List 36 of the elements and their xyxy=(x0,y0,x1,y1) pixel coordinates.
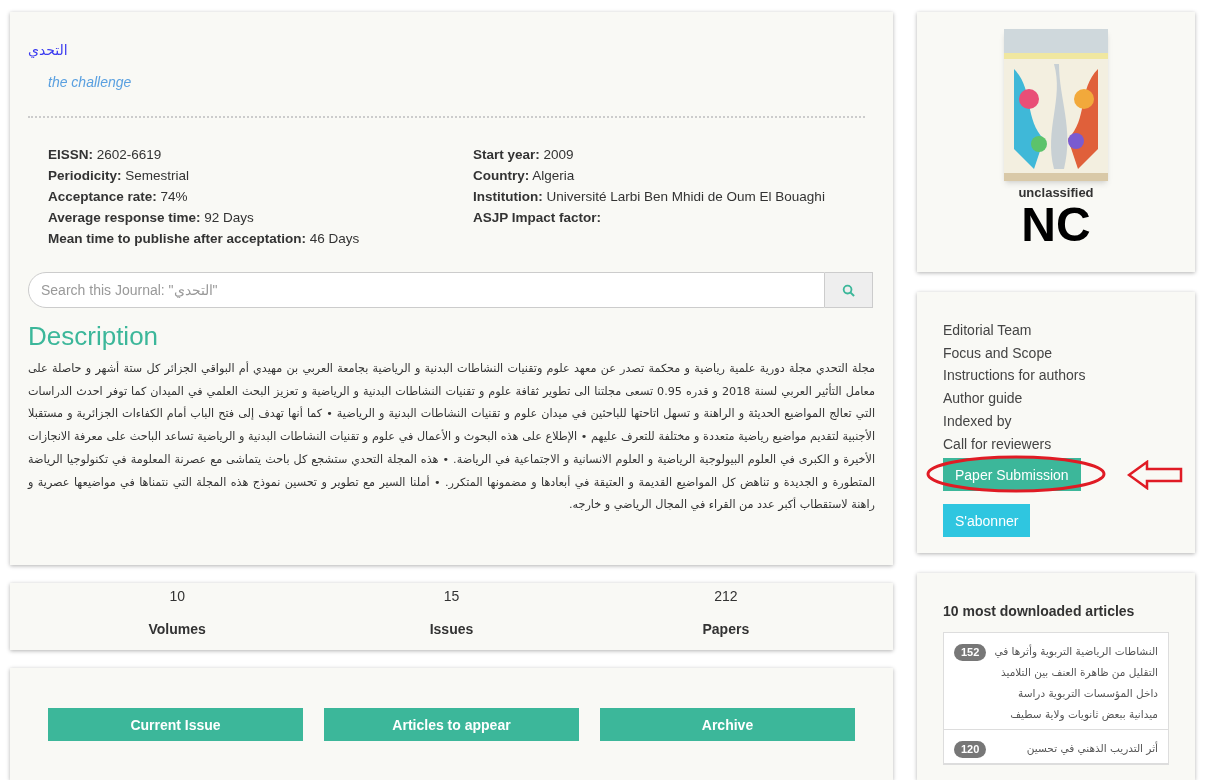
info-item: Country: Algeria xyxy=(473,167,576,185)
sidebar-link[interactable]: Focus and Scope xyxy=(943,341,1052,365)
stat-label: Issues xyxy=(429,620,474,639)
search-icon xyxy=(842,283,855,297)
journal-subtitle: the challenge xyxy=(48,73,133,92)
search-button[interactable] xyxy=(825,272,873,308)
classification-grade: NC xyxy=(1021,201,1091,249)
arrow-icon xyxy=(1127,460,1183,491)
info-item: Start year: 2009 xyxy=(473,146,575,164)
search-field[interactable]: Search this Journal: "التحدي" xyxy=(28,272,825,308)
info-item: EISSN: 2602-6619 xyxy=(48,146,163,164)
sidebar-link[interactable]: Call for reviewers xyxy=(943,432,1052,456)
downloads-title: 10 most downloaded articles xyxy=(943,602,1136,621)
description-heading: Description xyxy=(28,320,160,353)
article-title: النشاطات الرياضية التربوية وأثرها في التقليل من ظاهرة العنف بين التلاميذ داخل المؤسسات التربوية دراسة ميدانية ببعض ثانويات ولاية سطيف xyxy=(994,643,1158,723)
info-item: Periodicity: Semestrial xyxy=(48,167,191,185)
stat-value: 212 xyxy=(714,587,738,606)
download-count: 152 xyxy=(954,644,987,661)
info-item: Acceptance rate: 74% xyxy=(48,188,189,206)
stat-value: 15 xyxy=(443,587,460,606)
stat-label: Papers xyxy=(702,620,750,639)
info-item: Mean time to publishe after acceptation: 46 Days xyxy=(48,230,361,248)
info-item: Institution: Université Larbi Ben Mhidi de Oum El Bouaghi xyxy=(473,188,826,206)
sidebar-link[interactable]: Instructions for authors xyxy=(943,364,1086,388)
sidebar-link[interactable]: Indexed by xyxy=(943,409,1012,433)
sidebar-link[interactable]: Editorial Team xyxy=(943,319,1032,342)
journal-title-link[interactable]: التحدي xyxy=(28,40,68,60)
download-count: 120 xyxy=(954,741,987,758)
classification-caption: unclassified xyxy=(1018,185,1094,201)
stat-value: 10 xyxy=(169,587,185,606)
info-item: ASJP Impact factor: xyxy=(473,209,603,227)
stat-label: Volumes xyxy=(148,620,206,639)
sidebar-link[interactable]: Author guide xyxy=(943,387,1023,410)
description-text: مجلة التحدي مجلة دورية علمية رياضية و محكمة تصدر عن معهد علوم وتقنيات النشاطات البدنية و الرياضية بجامعة العربي بن مهيدي أم البواقي الجزائر كل ستة أشهر و حاصلة على معامل التأثير العربي لسنة 2018 و قدره 0.95 تسعى مجلتنا الى تطوير ثقافة علوم و تقنيات النشاطات البدنية و الرياضية و تعزيز البحث العلمي في الميدان كما توفر احدث الدراسات التي تعالج المواضيع الحديثة و الراهنة و تسهل اتاحتها للباحثين في ميدان علوم و تقنيات النشاطات البدنية و الرياضية • كما أنها تهدف إلى فتح الباب أمام الكفاءات الجزائرية و مستقبلا الأجنبية لتقديم مواضيع رياضية متعددة و مختلفة للتعرف عليهم • الإطلاع على هذه البحوث و الأعمال في علوم و تقنيات النشاطات البدنية و الرياضية تساعد الباحث على معرفة الانجازات الأخيرة و الكبرى في العلوم البيولوجية الرياضية و العلوم الانسانية و الاجتماعية في الرياضة. • هذه المجلة التحدي ستشجع كل باحث يتماشى مع عصرنة المعلومة في تكنولوجيا الرياضة المتطورة و الجديدة و تناهض كل المواضيع القديمة و العتيقة في أبعادها و مضمونها المتكرر. • أملنا السير مع تطوير و تحسين نموذج هذه المجلة التي نتمناها في مواضيعها عصرية و راهنة لاستقطاب أكبر عدد من القراء في المجال الرياضي و خارجه. xyxy=(28,360,875,514)
article-title: أثر التدريب الذهني في تحسين xyxy=(1025,740,1158,757)
info-item: Average response time: 92 Days xyxy=(48,209,255,227)
